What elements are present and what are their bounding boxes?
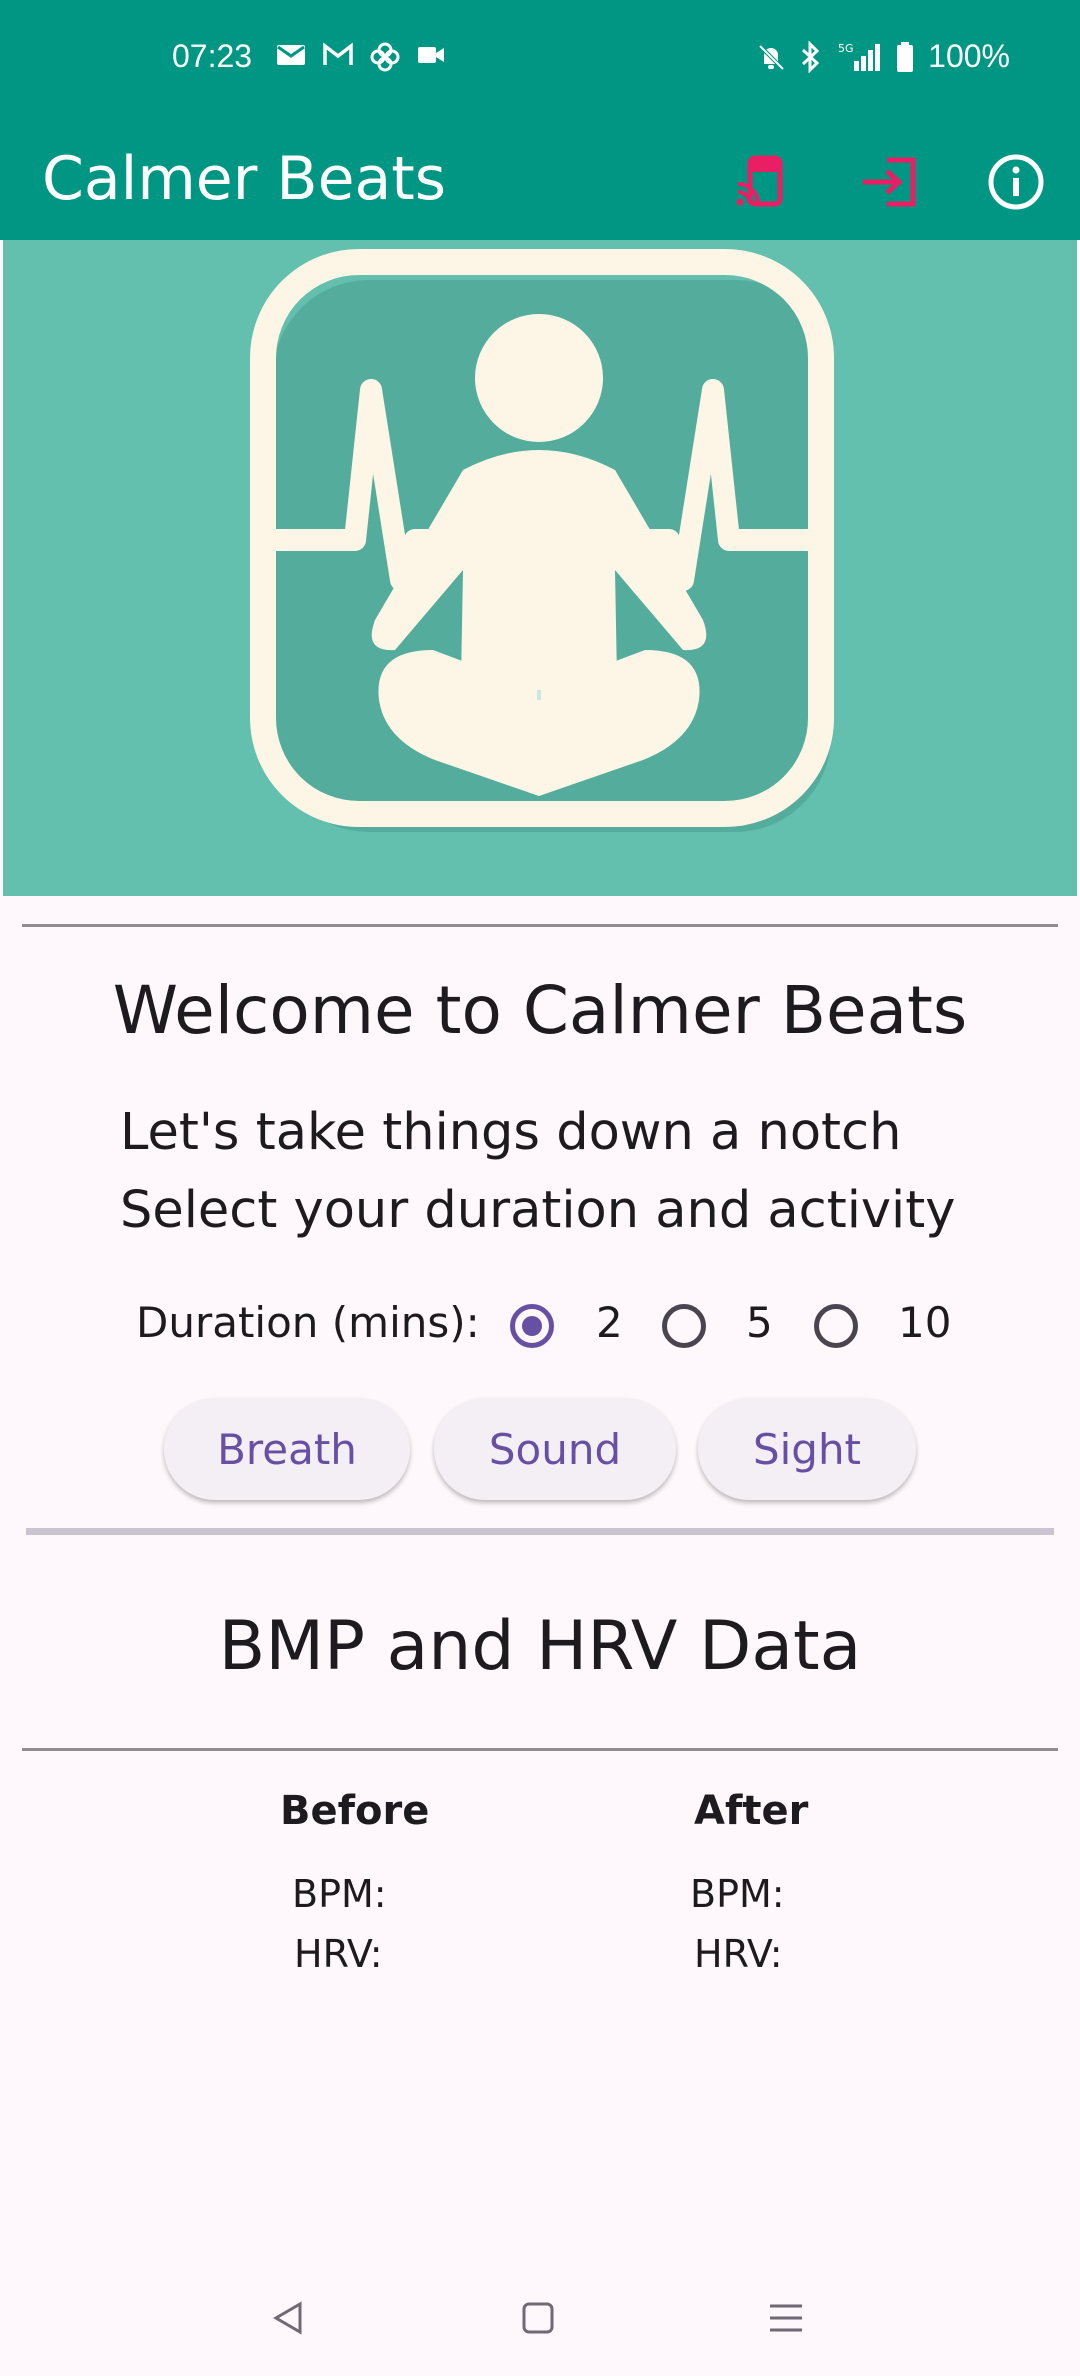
duration-radio-5[interactable]: [662, 1304, 706, 1348]
duration-option-5[interactable]: 5: [746, 1298, 773, 1347]
data-section-title: BMP and HRV Data: [218, 1607, 862, 1686]
system-nav-bar: [0, 2260, 1080, 2376]
divider-data: [22, 1748, 1058, 1751]
divider-middle: [26, 1528, 1054, 1535]
duration-radio-2[interactable]: [510, 1304, 554, 1348]
home-square-icon: [522, 2302, 554, 2334]
pinwheel-icon: [370, 42, 400, 72]
nav-recents-button[interactable]: [756, 2288, 816, 2348]
duration-option-2[interactable]: 2: [596, 1298, 623, 1347]
status-icons-right: 5G 100%: [756, 38, 1010, 75]
status-icons-left: [276, 42, 446, 72]
status-bar: 07:23 5G 100%: [0, 0, 1080, 124]
hero-logo-image: [3, 240, 1077, 896]
duration-option-10[interactable]: 10: [898, 1298, 951, 1347]
login-icon: [863, 157, 916, 207]
menu-lines-icon: [770, 2304, 802, 2332]
nav-back-button[interactable]: [258, 2288, 318, 2348]
welcome-line-2: Select your duration and activity: [120, 1181, 956, 1240]
bluetooth-icon: [802, 40, 820, 73]
battery-icon: [897, 41, 914, 72]
info-icon: [988, 154, 1044, 210]
welcome-line-1: Let's take things down a notch: [120, 1103, 902, 1162]
sight-button[interactable]: Sight: [698, 1398, 916, 1500]
cast-button[interactable]: [714, 134, 810, 230]
status-time: 07:23: [172, 38, 253, 74]
after-bpm-label: BPM:: [690, 1872, 785, 1916]
after-hrv-label: HRV:: [694, 1932, 783, 1976]
cast-icon: [736, 155, 783, 207]
duration-label: Duration (mins):: [136, 1298, 480, 1347]
nav-home-button[interactable]: [508, 2288, 568, 2348]
gmail-icon: [323, 42, 353, 65]
back-triangle-icon: [273, 2301, 302, 2335]
meditation-logo-icon: [250, 249, 834, 832]
after-heading: After: [694, 1788, 809, 1834]
sound-button[interactable]: Sound: [434, 1398, 676, 1500]
before-bpm-label: BPM:: [292, 1872, 387, 1916]
svg-text:5G: 5G: [838, 42, 854, 55]
welcome-title: Welcome to Calmer Beats: [112, 972, 968, 1049]
duration-selector: Duration (mins): 2 5 10: [0, 1290, 1080, 1360]
login-button[interactable]: [842, 134, 938, 230]
app-bar: Calmer Beats: [0, 124, 1080, 240]
info-button[interactable]: [968, 134, 1064, 230]
video-camera-icon: [418, 47, 444, 63]
before-hrv-label: HRV:: [294, 1932, 383, 1976]
5g-signal-icon: 5G: [838, 42, 881, 71]
app-title: Calmer Beats: [42, 144, 447, 214]
divider-top: [22, 924, 1058, 927]
before-heading: Before: [280, 1788, 430, 1834]
breath-button[interactable]: Breath: [164, 1398, 410, 1500]
duration-radio-10[interactable]: [814, 1304, 858, 1348]
mail-icon: [277, 45, 305, 65]
battery-percent: 100%: [928, 38, 1010, 74]
bell-off-icon: [758, 44, 785, 70]
